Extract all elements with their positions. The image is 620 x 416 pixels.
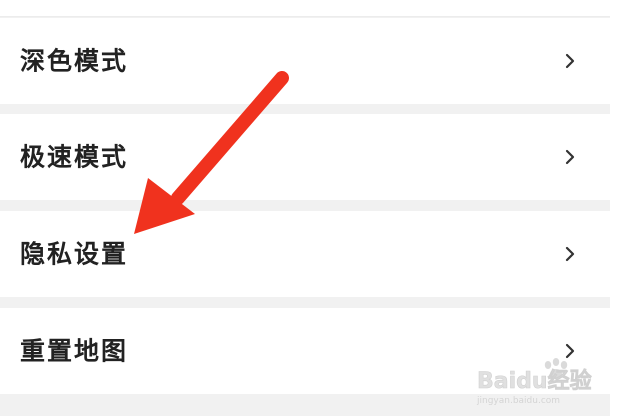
settings-item-label: 深色模式 <box>20 46 129 76</box>
settings-item-privacy[interactable]: 隐私设置 <box>0 211 610 297</box>
watermark-url: jingyan.baidu.com <box>476 396 560 406</box>
chevron-right-icon <box>565 246 575 262</box>
chevron-right-icon <box>565 53 575 69</box>
chevron-right-icon <box>565 149 575 165</box>
settings-item-label: 隐私设置 <box>20 239 129 269</box>
settings-screen: 深色模式 极速模式 隐私设置 重置地图 <box>0 0 610 416</box>
settings-item-label: 极速模式 <box>20 142 129 172</box>
top-divider <box>0 0 610 17</box>
baidu-watermark: Baidu经验 jingyan.baidu.com <box>476 358 592 406</box>
right-margin <box>610 0 620 416</box>
settings-item-dark-mode[interactable]: 深色模式 <box>0 18 610 104</box>
settings-item-speed-mode[interactable]: 极速模式 <box>0 114 610 200</box>
settings-item-label: 重置地图 <box>20 336 129 366</box>
watermark-brand: Baidu经验 <box>477 368 592 394</box>
